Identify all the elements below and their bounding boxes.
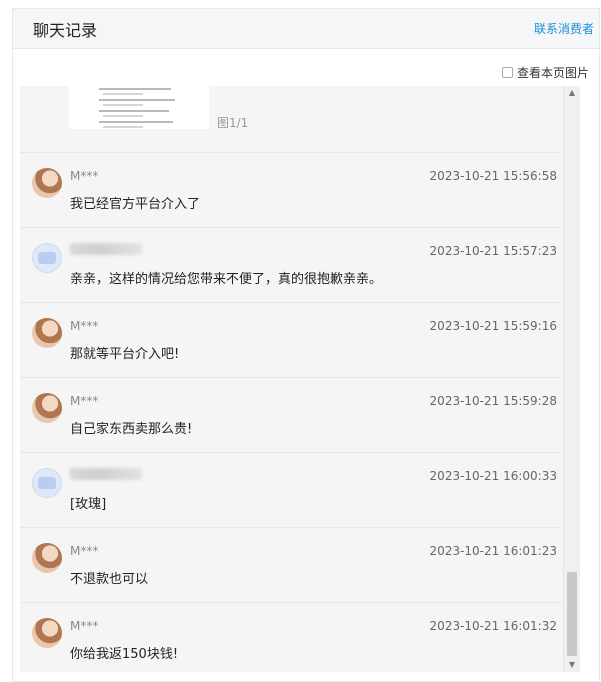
message-text: 我已经官方平台介入了 [70, 197, 201, 212]
chat-message: M*** 2023-10-21 15:56:58 我已经官方平台介入了 [20, 153, 561, 228]
sender-name: M*** [70, 619, 99, 633]
sender-name: M*** [70, 394, 99, 408]
avatar [32, 168, 62, 198]
sender-name: M*** [70, 544, 99, 558]
chat-message: M*** 2023-10-21 15:59:16 那就等平台介入吧! [20, 303, 561, 378]
avatar [32, 618, 62, 648]
message-time: 2023-10-21 15:59:16 [429, 319, 557, 333]
message-text: 那就等平台介入吧! [70, 347, 180, 362]
triangle-down-icon[interactable]: ▼ [564, 658, 580, 672]
image-count: 图1/1 [217, 116, 249, 130]
view-page-images-label: 查看本页图片 [516, 65, 589, 80]
message-list[interactable]: 图1/1 M*** 2023-10-21 15:56:58 我已经官方平台介入了… [20, 86, 580, 672]
messages: M*** 2023-10-21 15:56:58 我已经官方平台介入了 2023… [20, 153, 580, 672]
panel-header: 聊天记录 联系消费者 [13, 9, 599, 49]
sender-name-redacted [70, 468, 142, 480]
scrollbar[interactable]: ▲ ▼ [563, 86, 580, 672]
chat-message: M*** 2023-10-21 15:59:28 自己家东西卖那么贵! [20, 378, 561, 453]
view-page-images-toggle[interactable]: 查看本页图片 [501, 64, 589, 81]
chat-message: 2023-10-21 15:57:23 亲亲，这样的情况给您带来不便了，真的很抱… [20, 228, 561, 303]
image-thumbnail[interactable] [69, 86, 209, 129]
message-text: 不退款也可以 [70, 572, 149, 587]
message-text: [玫瑰] [70, 497, 107, 512]
message-time: 2023-10-21 15:57:23 [429, 244, 557, 258]
message-text: 自己家东西卖那么贵! [70, 422, 193, 437]
avatar [32, 393, 62, 423]
avatar [32, 468, 62, 498]
message-time: 2023-10-21 16:01:32 [429, 619, 557, 633]
chat-message: M*** 2023-10-21 16:01:32 你给我返150块钱! [20, 603, 561, 672]
avatar [32, 318, 62, 348]
message-time: 2023-10-21 15:59:28 [429, 394, 557, 408]
chat-message: 2023-10-21 16:00:33 [玫瑰] [20, 453, 561, 528]
sender-name-redacted [70, 243, 142, 255]
avatar [32, 243, 62, 273]
message-time: 2023-10-21 16:01:23 [429, 544, 557, 558]
page-title: 聊天记录 [33, 20, 98, 40]
sender-name: M*** [70, 169, 99, 183]
contact-consumer-link[interactable]: 联系消费者 [534, 20, 594, 37]
sender-name: M*** [70, 319, 99, 333]
message-time: 2023-10-21 15:56:58 [429, 169, 557, 183]
message-text: 你给我返150块钱! [70, 647, 179, 662]
message-text: 亲亲，这样的情况给您带来不便了，真的很抱歉亲亲。 [70, 272, 383, 287]
view-page-images-checkbox[interactable] [501, 66, 513, 78]
message-time: 2023-10-21 16:00:33 [429, 469, 557, 483]
chat-message: M*** 2023-10-21 16:01:23 不退款也可以 [20, 528, 561, 603]
image-message: 图1/1 [20, 86, 561, 153]
scrollbar-thumb[interactable] [567, 572, 577, 656]
avatar [32, 543, 62, 573]
triangle-up-icon[interactable]: ▲ [564, 86, 580, 100]
